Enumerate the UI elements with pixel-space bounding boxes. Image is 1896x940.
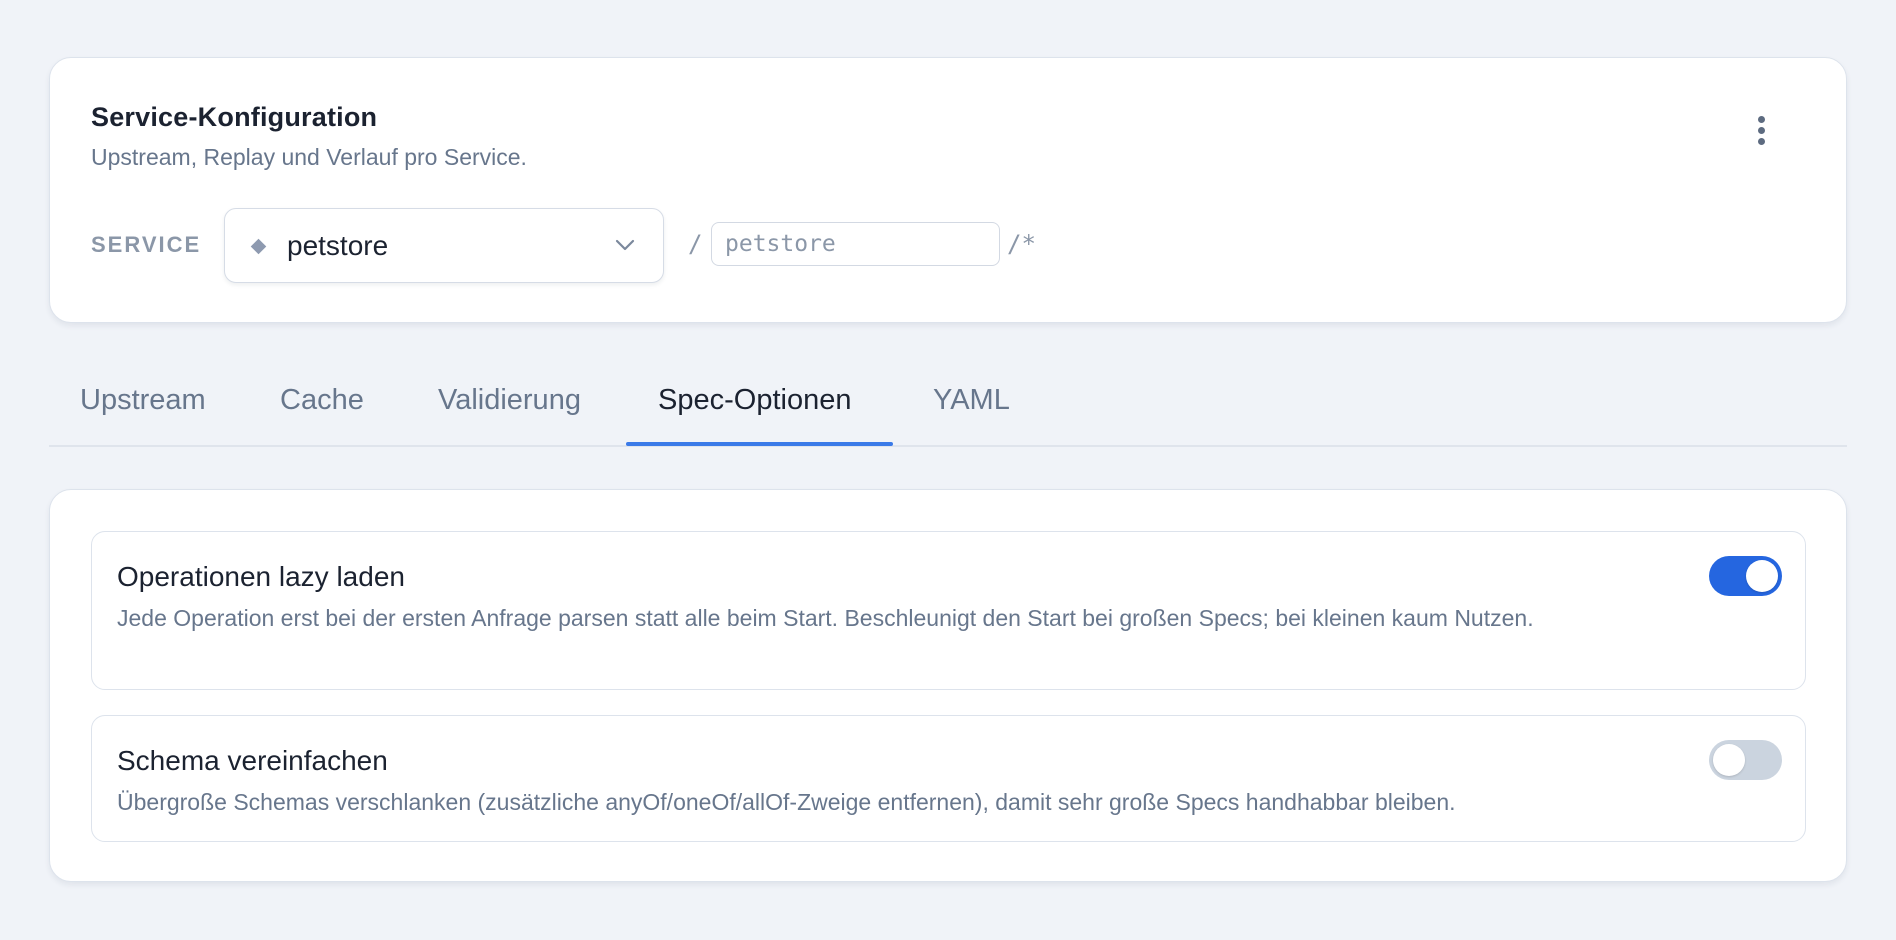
path-suffix: /* (1007, 230, 1036, 258)
simplify-schema-toggle[interactable] (1709, 740, 1782, 780)
more-vertical-icon[interactable] (1752, 114, 1772, 150)
chevron-down-icon (615, 239, 635, 251)
service-label: SERVICE (91, 232, 202, 257)
card-subtitle: Upstream, Replay und Verlauf pro Service… (91, 144, 527, 170)
diamond-icon (250, 238, 267, 255)
option-title: Operationen lazy laden (117, 561, 405, 592)
option-simplify-schema: Schema vereinfachen Übergroße Schemas ve… (91, 715, 1806, 842)
active-tab-indicator (626, 442, 893, 446)
tab-cache[interactable]: Cache (280, 384, 364, 417)
tab-validierung[interactable]: Validierung (438, 384, 581, 417)
tab-upstream[interactable]: Upstream (80, 384, 206, 417)
lazy-load-toggle[interactable] (1709, 556, 1782, 596)
service-select[interactable]: petstore (224, 208, 664, 283)
tab-spec-optionen[interactable]: Spec-Optionen (658, 384, 851, 417)
path-prefix: / (688, 230, 703, 258)
option-description: Jede Operation erst bei der ersten Anfra… (117, 605, 1534, 631)
toggle-knob (1713, 744, 1745, 776)
service-config-card: Service-Konfiguration Upstream, Replay u… (49, 57, 1847, 323)
option-title: Schema vereinfachen (117, 745, 388, 776)
card-title: Service-Konfiguration (91, 102, 378, 132)
tab-bar: Upstream Cache Validierung Spec-Optionen… (49, 370, 1847, 447)
service-select-value: petstore (287, 230, 389, 261)
option-lazy-load: Operationen lazy laden Jede Operation er… (91, 531, 1806, 690)
option-description: Übergroße Schemas verschlanken (zusätzli… (117, 789, 1456, 815)
toggle-knob (1746, 560, 1778, 592)
spec-options-card: Operationen lazy laden Jede Operation er… (49, 489, 1847, 882)
tab-yaml[interactable]: YAML (933, 384, 1010, 417)
path-input[interactable] (711, 222, 1000, 266)
